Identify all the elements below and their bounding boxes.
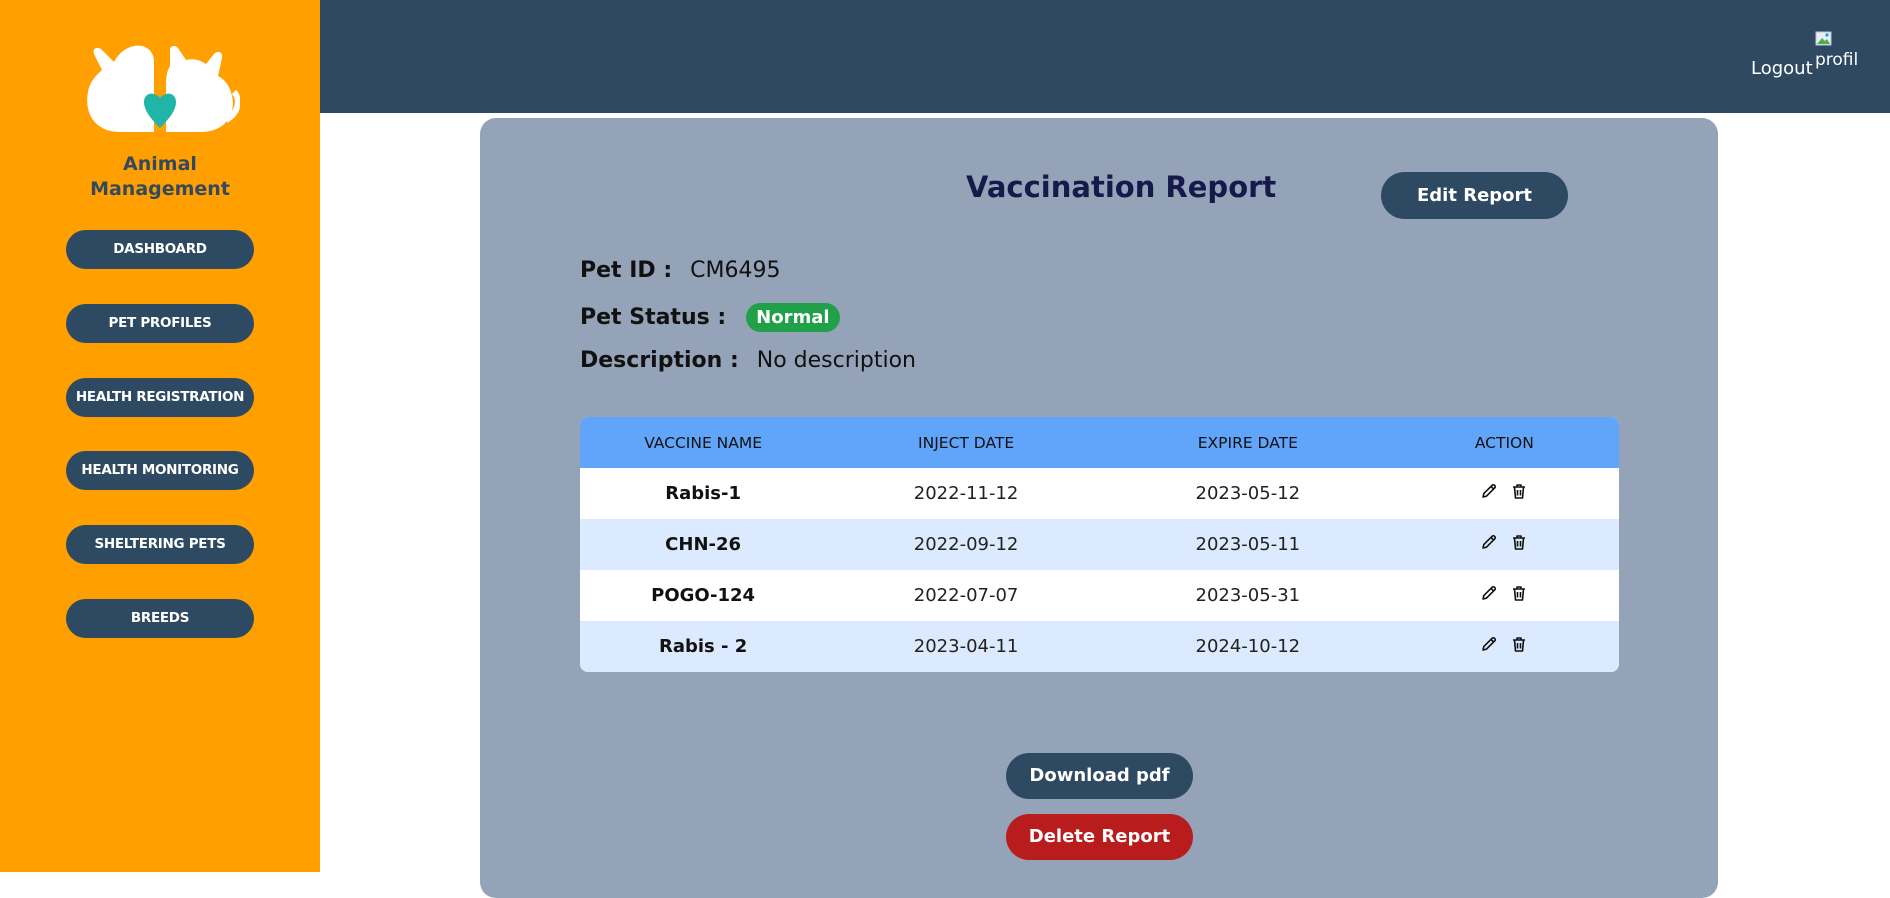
action-cell	[1390, 519, 1619, 570]
description-row: Description : No description	[580, 348, 916, 373]
action-cell	[1390, 621, 1619, 672]
pet-id-label: Pet ID :	[580, 258, 673, 283]
pet-status-row: Pet Status : Normal	[580, 303, 840, 332]
sidebar-item-sheltering-pets[interactable]: SHELTERING PETS	[66, 525, 254, 564]
expire-date-cell: 2023-05-31	[1195, 585, 1301, 606]
action-cell	[1390, 468, 1619, 519]
inject-date-cell: 2022-11-12	[913, 483, 1019, 504]
inject-date-cell: 2022-07-07	[913, 585, 1019, 606]
pet-id-row: Pet ID : CM6495	[580, 258, 780, 283]
description-value: No description	[756, 348, 916, 373]
trash-icon[interactable]	[1510, 533, 1528, 551]
table-row: Rabis-1 2022-11-12 2023-05-12	[580, 468, 1619, 519]
pencil-icon[interactable]	[1480, 584, 1498, 602]
table-header-row: VACCINE NAME INJECT DATE EXPIRE DATE ACT…	[580, 417, 1619, 468]
description-label: Description :	[580, 348, 739, 373]
sidebar-item-dashboard[interactable]: DASHBOARD	[66, 230, 254, 269]
pencil-icon[interactable]	[1480, 482, 1498, 500]
brand-line-2: Management	[90, 178, 230, 200]
delete-report-button[interactable]: Delete Report	[1006, 814, 1193, 860]
inject-date-cell: 2023-04-11	[913, 636, 1019, 657]
trash-icon[interactable]	[1510, 584, 1528, 602]
pet-id-value: CM6495	[690, 258, 781, 283]
sidebar-item-health-registration[interactable]: HEALTH REGISTRATION	[66, 378, 254, 417]
pencil-icon[interactable]	[1480, 635, 1498, 653]
table-row: CHN-26 2022-09-12 2023-05-11	[580, 519, 1619, 570]
trash-icon[interactable]	[1510, 635, 1528, 653]
expire-date-cell: 2024-10-12	[1195, 636, 1301, 657]
column-header-inject-date: INJECT DATE	[918, 433, 1015, 452]
brand-name: Animal Management	[0, 152, 320, 202]
vaccine-name-cell: POGO-124	[651, 585, 756, 606]
sidebar-item-breeds[interactable]: BREEDS	[66, 599, 254, 638]
pet-status-label: Pet Status :	[580, 304, 727, 330]
vaccine-name-cell: Rabis - 2	[658, 636, 748, 657]
column-header-vaccine-name: VACCINE NAME	[644, 433, 763, 452]
sidebar-item-pet-profiles[interactable]: PET PROFILES	[66, 304, 254, 343]
pencil-icon[interactable]	[1480, 533, 1498, 551]
column-header-action: ACTION	[1474, 433, 1534, 452]
status-badge: Normal	[746, 303, 840, 332]
report-title: Vaccination Report	[966, 170, 1277, 204]
cat-dog-heart-logo-icon	[80, 40, 241, 140]
sidebar-item-health-monitoring[interactable]: HEALTH MONITORING	[66, 451, 254, 490]
expire-date-cell: 2023-05-12	[1195, 483, 1301, 504]
sidebar: Animal Management DASHBOARD PET PROFILES…	[0, 0, 320, 872]
expire-date-cell: 2023-05-11	[1195, 534, 1301, 555]
vaccination-table: VACCINE NAME INJECT DATE EXPIRE DATE ACT…	[580, 417, 1619, 672]
brand-line-1: Animal	[123, 153, 197, 175]
logout-link[interactable]: Logout	[1751, 58, 1813, 79]
top-bar	[320, 0, 1890, 113]
broken-image-icon	[1815, 30, 1833, 52]
download-pdf-button[interactable]: Download pdf	[1006, 753, 1193, 799]
vaccine-name-cell: Rabis-1	[665, 483, 741, 504]
profile-alt-text: profil	[1815, 50, 1859, 70]
vaccine-name-cell: CHN-26	[665, 534, 742, 555]
column-header-expire-date: EXPIRE DATE	[1197, 433, 1298, 452]
action-cell	[1390, 570, 1619, 621]
table-row: Rabis - 2 2023-04-11 2024-10-12	[580, 621, 1619, 672]
trash-icon[interactable]	[1510, 482, 1528, 500]
edit-report-button[interactable]: Edit Report	[1381, 172, 1568, 219]
profile-avatar[interactable]: profil	[1815, 30, 1859, 72]
table-row: POGO-124 2022-07-07 2023-05-31	[580, 570, 1619, 621]
inject-date-cell: 2022-09-12	[913, 534, 1019, 555]
